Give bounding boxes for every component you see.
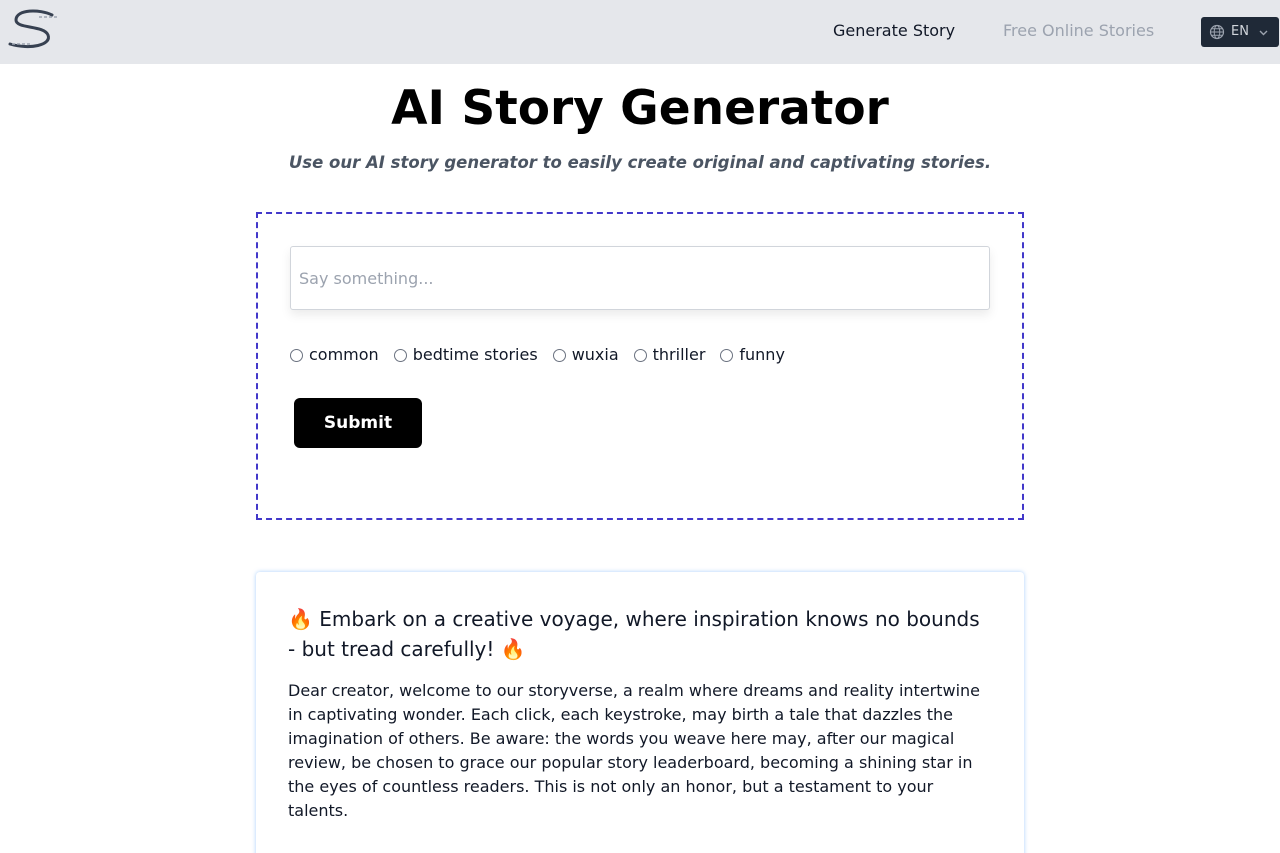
story-type-label: bedtime stories — [412, 345, 538, 364]
story-type-options: common bedtime stories wuxia thriller fu… — [290, 345, 800, 365]
creator-notice-card: 🔥 Embark on a creative voyage, where ins… — [256, 572, 1024, 853]
story-prompt-input[interactable] — [290, 246, 990, 310]
story-generator-form: common bedtime stories wuxia thriller fu… — [256, 212, 1024, 520]
story-type-label: wuxia — [571, 345, 619, 364]
site-logo[interactable] — [6, 6, 62, 56]
story-type-option-wuxia[interactable]: wuxia — [552, 345, 619, 365]
radio-button[interactable] — [290, 348, 303, 362]
nav-generate-story-link[interactable]: Generate Story — [833, 21, 955, 41]
page-subtitle: Use our AI story generator to easily cre… — [288, 153, 992, 172]
chevron-down-icon — [1259, 30, 1268, 36]
story-type-option-bedtime-stories[interactable]: bedtime stories — [393, 345, 538, 365]
language-code: EN — [1231, 24, 1249, 39]
story-type-option-funny[interactable]: funny — [720, 345, 785, 365]
story-type-option-thriller[interactable]: thriller — [633, 345, 706, 365]
radio-button[interactable] — [552, 348, 566, 362]
story-type-label: funny — [739, 345, 785, 364]
top-navigation-bar: Generate Story Free Online Stories EN — [0, 0, 1280, 64]
submit-button[interactable]: Submit — [294, 398, 422, 448]
notice-body-text: Dear creator, welcome to our storyverse,… — [288, 681, 981, 820]
radio-button[interactable] — [720, 348, 734, 362]
story-type-option-common[interactable]: common — [290, 345, 379, 365]
story-type-label: common — [309, 345, 379, 364]
radio-button[interactable] — [393, 348, 407, 362]
notice-heading: 🔥 Embark on a creative voyage, where ins… — [288, 607, 980, 661]
page-title: AI Story Generator — [391, 81, 889, 136]
nav-free-online-stories-link[interactable]: Free Online Stories — [1003, 21, 1154, 41]
globe-icon — [1209, 24, 1225, 40]
radio-button[interactable] — [633, 348, 647, 362]
language-selector[interactable]: EN — [1201, 17, 1279, 47]
story-type-label: thriller — [652, 345, 706, 364]
